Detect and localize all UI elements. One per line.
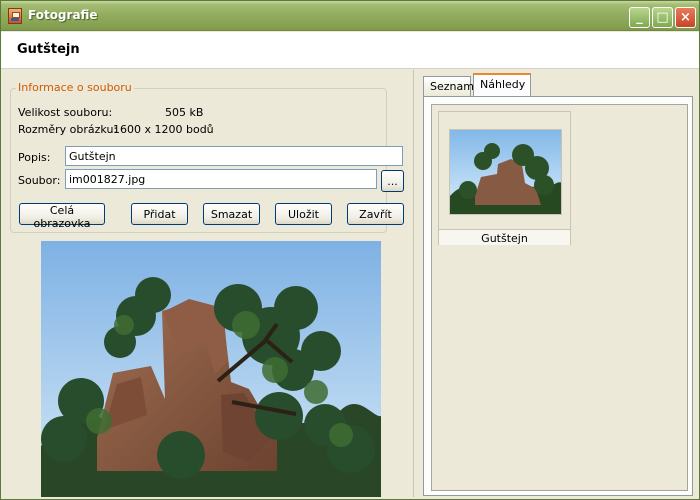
thumbnail-castle-photo	[450, 130, 561, 214]
maximize-icon: □	[656, 10, 669, 25]
title-bar[interactable]: Fotografie _ □ ×	[1, 1, 699, 31]
thumbnail-label: Gutštejn	[439, 229, 570, 245]
view-tabs: Seznam Náhledy	[423, 73, 693, 97]
add-button[interactable]: Přidat	[131, 203, 188, 225]
photo-header: Gutštejn	[1, 32, 699, 69]
file-size-label: Velikost souboru:	[18, 106, 113, 119]
file-info-group: Informace o souboru Velikost souboru: 50…	[10, 81, 404, 233]
browse-file-button[interactable]: ...	[381, 170, 404, 192]
ellipsis-icon: ...	[387, 174, 398, 188]
tab-list[interactable]: Seznam	[423, 76, 474, 96]
image-dimensions-label: Rozměry obrázku:	[18, 123, 118, 136]
photo-detail-pane: Informace o souboru Velikost souboru: 50…	[2, 70, 414, 497]
description-input[interactable]	[65, 146, 403, 166]
thumbnail-item[interactable]: Gutštejn	[438, 111, 571, 245]
photo-title: Gutštejn	[17, 42, 80, 57]
thumbnail-grid[interactable]: Gutštejn	[431, 104, 688, 491]
close-icon: ×	[680, 10, 691, 25]
file-size-value: 505 kB	[165, 106, 204, 119]
window-title: Fotografie	[28, 8, 98, 22]
photo-window: Fotografie _ □ × Gutštejn Informace o so…	[0, 0, 700, 500]
file-info-legend: Informace o souboru	[16, 81, 134, 94]
thumbnails-panel: Gutštejn	[423, 96, 693, 496]
photo-app-icon	[8, 8, 22, 24]
file-name-label: Soubor:	[18, 174, 61, 187]
close-window-button[interactable]: ×	[675, 7, 696, 28]
description-label: Popis:	[18, 151, 51, 164]
tab-thumbnails[interactable]: Náhledy	[473, 73, 531, 97]
minimize-button[interactable]: _	[629, 7, 650, 28]
thumbnail-image	[449, 129, 562, 215]
photo-preview	[41, 241, 381, 497]
close-button[interactable]: Zavřít	[347, 203, 404, 225]
castle-ruin-photo	[41, 241, 381, 497]
maximize-button[interactable]: □	[652, 7, 673, 28]
fullscreen-button[interactable]: Celá obrazovka	[19, 203, 105, 230]
save-button[interactable]: Uložit	[275, 203, 332, 225]
file-name-input[interactable]	[65, 169, 377, 189]
gallery-pane: Seznam Náhledy Gutštejn	[418, 71, 698, 499]
delete-button[interactable]: Smazat	[203, 203, 260, 225]
image-dimensions-value: 1600 x 1200 bodů	[113, 123, 214, 136]
minimize-icon: _	[636, 10, 643, 25]
